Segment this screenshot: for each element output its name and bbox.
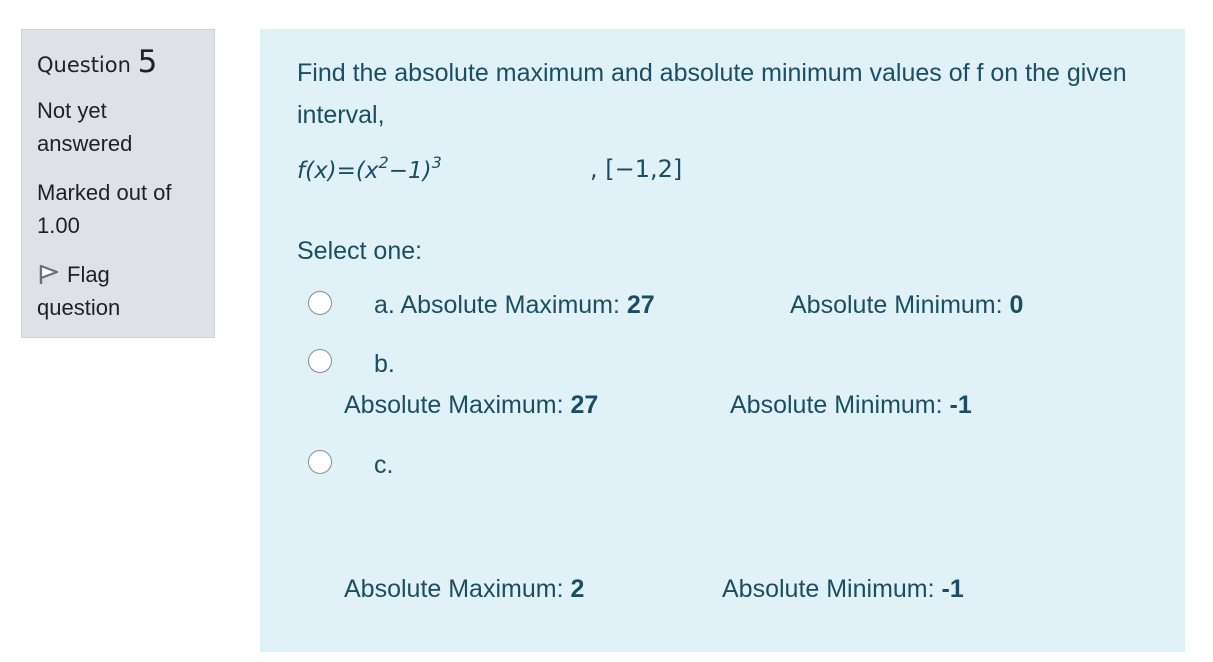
option-c-letter[interactable]: c.: [374, 451, 393, 480]
option-b-min[interactable]: Absolute Minimum: -1: [730, 391, 972, 420]
question-label: Question: [37, 53, 131, 77]
grade-line-1: Marked out of: [37, 180, 172, 205]
option-a-min[interactable]: Absolute Minimum: 0: [790, 291, 1023, 320]
option-c-radio[interactable]: [308, 450, 332, 474]
formula-exponent-3: 3: [431, 153, 442, 172]
option-b-min-value[interactable]: -1: [950, 391, 972, 419]
option-a-radio[interactable]: [308, 291, 332, 315]
option-c-max-value[interactable]: 2: [570, 575, 584, 603]
option-c-max-label[interactable]: Absolute Maximum:: [344, 575, 570, 603]
option-a-max-label[interactable]: Absolute Maximum:: [400, 291, 626, 319]
option-b-letter[interactable]: b.: [374, 350, 395, 379]
option-c-min[interactable]: Absolute Minimum: -1: [722, 575, 964, 604]
interval-text: , [−1,2]: [590, 155, 683, 183]
option-b-max-label[interactable]: Absolute Maximum:: [344, 391, 570, 419]
flag-icon[interactable]: [37, 263, 61, 285]
flag-label-line-1[interactable]: Flag: [67, 262, 110, 287]
state-line-2: answered: [37, 131, 133, 156]
option-a-max-value[interactable]: 27: [627, 291, 655, 319]
option-b-max[interactable]: Absolute Maximum: 27: [344, 391, 598, 420]
formula-middle: −1): [388, 158, 432, 184]
option-a-min-label[interactable]: Absolute Minimum:: [790, 291, 1010, 319]
option-b-min-label[interactable]: Absolute Minimum:: [730, 391, 950, 419]
question-content: Find the absolute maximum and absolute m…: [260, 29, 1185, 652]
option-a-max[interactable]: a. Absolute Maximum: 27: [374, 291, 655, 320]
formula-exponent-2: 2: [378, 153, 389, 172]
option-c-min-value[interactable]: -1: [942, 575, 964, 603]
state-line-1: Not yet: [37, 98, 107, 123]
option-b-radio[interactable]: [308, 349, 332, 373]
select-one-prompt: Select one:: [297, 237, 423, 265]
option-a-letter[interactable]: a.: [374, 291, 400, 319]
question-text: Find the absolute maximum and absolute m…: [297, 59, 1127, 129]
question-info-panel: Question 5 Not yet answered Marked out o…: [21, 29, 215, 338]
question-grade: Marked out of 1.00: [37, 176, 199, 242]
question-number-value: 5: [137, 44, 158, 80]
grade-line-2: 1.00: [37, 213, 80, 238]
flag-label-line-2[interactable]: question: [37, 291, 199, 324]
option-c-max[interactable]: Absolute Maximum: 2: [344, 575, 584, 604]
option-a-min-value[interactable]: 0: [1010, 291, 1024, 319]
flag-question-link[interactable]: Flag question: [37, 258, 199, 324]
function-formula: f(x)=(x2−1)3: [297, 153, 442, 184]
question-number: Question 5: [37, 44, 199, 80]
formula-left: f(x)=(x: [297, 158, 379, 184]
option-c-min-label[interactable]: Absolute Minimum:: [722, 575, 942, 603]
option-b-max-value[interactable]: 27: [570, 391, 598, 419]
question-state: Not yet answered: [37, 94, 199, 160]
